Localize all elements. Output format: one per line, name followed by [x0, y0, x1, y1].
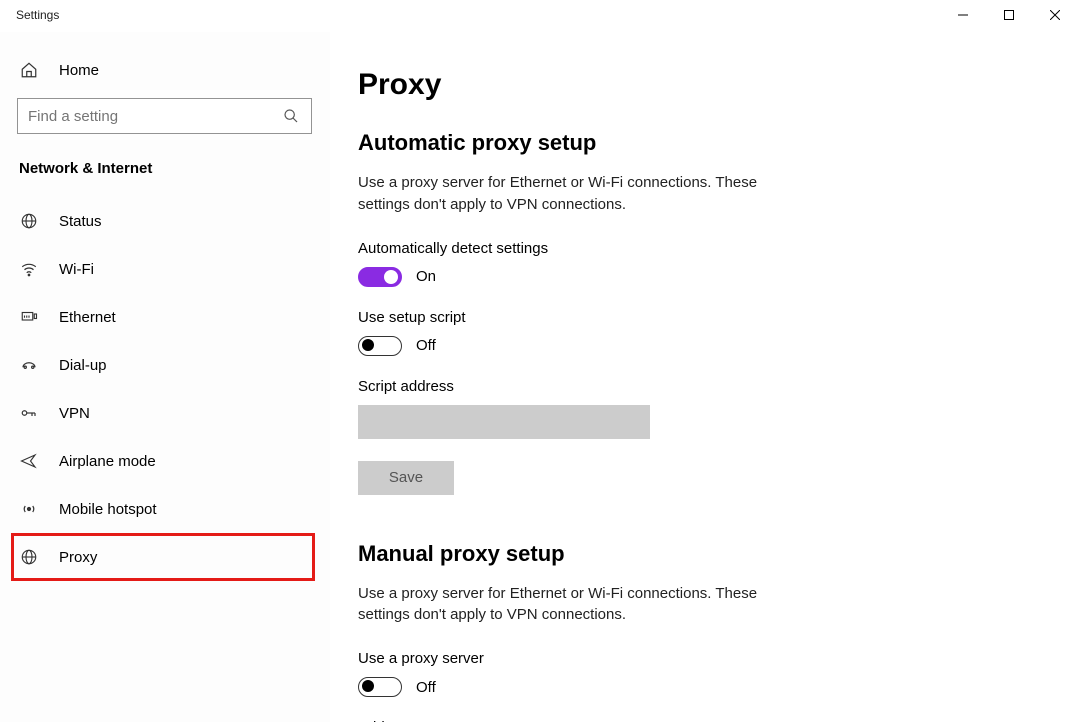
ethernet-icon [19, 307, 39, 327]
manual-heading: Manual proxy setup [358, 541, 1038, 567]
home-label: Home [59, 62, 99, 79]
sidebar-item-label: Proxy [59, 549, 97, 566]
save-button[interactable]: Save [358, 461, 454, 495]
sidebar: Home Network & Internet Status [0, 32, 330, 722]
search-input[interactable] [28, 108, 281, 125]
airplane-icon [19, 451, 39, 471]
auto-desc: Use a proxy server for Ethernet or Wi-Fi… [358, 172, 798, 216]
setup-script-toggle[interactable] [358, 336, 402, 356]
setup-script-label: Use setup script [358, 309, 1038, 326]
proxy-icon [19, 547, 39, 567]
manual-desc: Use a proxy server for Ethernet or Wi-Fi… [358, 583, 798, 627]
auto-heading: Automatic proxy setup [358, 130, 1038, 156]
home-icon [19, 60, 39, 80]
use-proxy-state: Off [416, 679, 436, 696]
window-controls [940, 0, 1078, 30]
sidebar-section-title: Network & Internet [17, 160, 312, 177]
window-title: Settings [16, 0, 59, 22]
sidebar-item-label: Dial-up [59, 357, 107, 374]
vpn-icon [19, 403, 39, 423]
sidebar-item-wifi[interactable]: Wi-Fi [17, 245, 312, 293]
page-title: Proxy [358, 68, 1038, 102]
globe-icon [19, 211, 39, 231]
home-link[interactable]: Home [17, 50, 312, 98]
use-proxy-toggle[interactable] [358, 677, 402, 697]
sidebar-item-airplane[interactable]: Airplane mode [17, 437, 312, 485]
sidebar-nav: Status Wi-Fi Ethernet [17, 197, 312, 581]
hotspot-icon [19, 499, 39, 519]
sidebar-item-label: Airplane mode [59, 453, 156, 470]
sidebar-item-dialup[interactable]: Dial-up [17, 341, 312, 389]
auto-detect-state: On [416, 268, 436, 285]
wifi-icon [19, 259, 39, 279]
sidebar-item-label: Wi-Fi [59, 261, 94, 278]
setup-script-state: Off [416, 337, 436, 354]
use-proxy-label: Use a proxy server [358, 650, 1038, 667]
titlebar: Settings [0, 0, 1078, 32]
sidebar-item-proxy[interactable]: Proxy [11, 533, 315, 581]
dialup-icon [19, 355, 39, 375]
script-address-label: Script address [358, 378, 1038, 395]
close-button[interactable] [1032, 0, 1078, 30]
search-icon [281, 106, 301, 126]
content: Proxy Automatic proxy setup Use a proxy … [330, 32, 1078, 722]
auto-detect-label: Automatically detect settings [358, 240, 1038, 257]
maximize-button[interactable] [986, 0, 1032, 30]
sidebar-item-hotspot[interactable]: Mobile hotspot [17, 485, 312, 533]
sidebar-item-label: Status [59, 213, 102, 230]
sidebar-item-label: VPN [59, 405, 90, 422]
search-box[interactable] [17, 98, 312, 134]
sidebar-item-status[interactable]: Status [17, 197, 312, 245]
sidebar-item-ethernet[interactable]: Ethernet [17, 293, 312, 341]
auto-detect-toggle[interactable] [358, 267, 402, 287]
sidebar-item-vpn[interactable]: VPN [17, 389, 312, 437]
sidebar-item-label: Ethernet [59, 309, 116, 326]
script-address-input[interactable] [358, 405, 650, 439]
minimize-button[interactable] [940, 0, 986, 30]
sidebar-item-label: Mobile hotspot [59, 501, 157, 518]
